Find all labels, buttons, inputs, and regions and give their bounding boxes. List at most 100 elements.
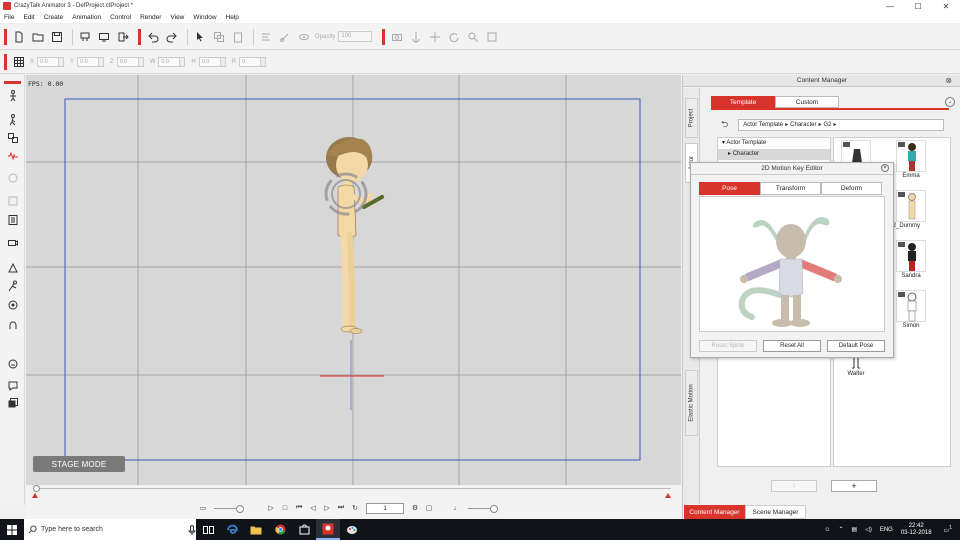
actor-pose-icon[interactable] bbox=[5, 88, 20, 103]
export-icon[interactable] bbox=[115, 29, 131, 45]
head-icon[interactable] bbox=[5, 317, 20, 332]
minimize-button[interactable]: — bbox=[876, 0, 904, 12]
duplicate-icon[interactable] bbox=[211, 29, 227, 45]
new-file-icon[interactable] bbox=[11, 29, 27, 45]
render-icon[interactable] bbox=[96, 29, 112, 45]
link-icon[interactable] bbox=[277, 29, 293, 45]
camera-icon[interactable] bbox=[389, 29, 405, 45]
visibility-icon[interactable] bbox=[296, 29, 312, 45]
volume-icon[interactable]: ◁) bbox=[865, 526, 872, 533]
face-icon[interactable] bbox=[5, 170, 20, 185]
tab-transform[interactable]: Transform bbox=[760, 182, 821, 195]
open-folder-icon[interactable] bbox=[30, 29, 46, 45]
next-frame-icon[interactable]: ▷ bbox=[320, 502, 334, 514]
edge-browser-icon[interactable] bbox=[220, 519, 244, 540]
undo-icon[interactable] bbox=[145, 29, 161, 45]
maximize-button[interactable]: ☐ bbox=[904, 0, 932, 12]
menu-view[interactable]: View bbox=[170, 14, 184, 21]
zoom-icon[interactable] bbox=[465, 29, 481, 45]
menu-help[interactable]: Help bbox=[226, 14, 239, 21]
field-w-spinner[interactable] bbox=[180, 57, 186, 67]
anchor-icon[interactable] bbox=[408, 29, 424, 45]
camera-tool-icon[interactable] bbox=[5, 235, 20, 250]
puppet-icon[interactable] bbox=[5, 378, 20, 393]
range-start-marker[interactable] bbox=[32, 493, 38, 498]
reset-sprite-button[interactable]: Reset Sprite bbox=[699, 340, 757, 352]
stop-icon[interactable]: □ bbox=[278, 502, 292, 514]
tab-deform[interactable]: Deform bbox=[821, 182, 882, 195]
notification-icon[interactable]: ▭1 bbox=[944, 525, 952, 534]
side-tab-project[interactable]: Project bbox=[685, 98, 698, 138]
tree-node-actor-template[interactable]: ▾ Actor Template bbox=[718, 138, 830, 149]
tab-template[interactable]: Template bbox=[711, 96, 775, 108]
tree-node-character[interactable]: ▸ Character bbox=[718, 149, 830, 160]
field-h-input[interactable]: 0.0 bbox=[198, 57, 221, 67]
network-icon[interactable]: ▤ bbox=[852, 526, 858, 533]
microphone-icon[interactable] bbox=[188, 524, 196, 535]
chevron-up-icon[interactable]: ⌃ bbox=[839, 526, 844, 533]
timeline-scrubber[interactable] bbox=[36, 488, 671, 489]
menu-control[interactable]: Control bbox=[110, 14, 131, 21]
people-icon[interactable]: ☺ bbox=[824, 527, 830, 533]
character-actor[interactable] bbox=[324, 137, 384, 334]
crumb-g2[interactable]: G2 bbox=[824, 120, 832, 130]
layers-stack-icon[interactable] bbox=[5, 395, 20, 410]
field-z-input[interactable]: 0.0 bbox=[116, 57, 139, 67]
last-frame-icon[interactable]: ⏭ bbox=[334, 502, 348, 514]
menu-create[interactable]: Create bbox=[44, 14, 64, 21]
field-r-input[interactable]: 0 bbox=[239, 57, 262, 67]
back-arrow-icon[interactable]: ⮌ bbox=[721, 117, 728, 133]
bone-icon[interactable] bbox=[5, 212, 20, 227]
prop-icon[interactable] bbox=[5, 260, 20, 275]
timeline-zoom-slider[interactable] bbox=[214, 504, 244, 513]
timeline-playhead[interactable] bbox=[33, 485, 40, 492]
prev-frame-icon[interactable]: ◁ bbox=[306, 502, 320, 514]
content-item-g2-dummy[interactable]: G2_Dummy bbox=[888, 190, 931, 234]
settings-gear-icon[interactable]: ⚙ bbox=[408, 502, 422, 514]
stage-mode-button[interactable]: STAGE MODE bbox=[33, 456, 125, 472]
range-end-marker[interactable] bbox=[665, 493, 671, 498]
field-x-spinner[interactable] bbox=[59, 57, 65, 67]
stage-canvas[interactable] bbox=[26, 75, 681, 485]
spring-icon[interactable] bbox=[5, 297, 20, 312]
field-h-spinner[interactable] bbox=[220, 57, 226, 67]
start-windows-icon[interactable] bbox=[0, 519, 24, 540]
volume-note-icon[interactable]: ♩ bbox=[450, 502, 464, 514]
redo-icon[interactable] bbox=[164, 29, 180, 45]
current-frame-input[interactable]: 1 bbox=[366, 502, 404, 514]
field-y-input[interactable]: 0.0 bbox=[77, 57, 100, 67]
menu-window[interactable]: Window bbox=[193, 14, 216, 21]
task-view-icon[interactable] bbox=[196, 519, 220, 540]
default-pose-button[interactable]: Default Pose bbox=[827, 340, 885, 352]
add-content-button[interactable]: + bbox=[831, 480, 877, 492]
menu-render[interactable]: Render bbox=[140, 14, 161, 21]
crumb-character[interactable]: Character bbox=[790, 120, 816, 130]
download-button[interactable]: ↓ bbox=[771, 480, 817, 492]
store-icon[interactable] bbox=[292, 519, 316, 540]
file-explorer-icon[interactable] bbox=[244, 519, 268, 540]
stage-viewport[interactable]: FPS: 0.00 STAGE MODE bbox=[26, 75, 681, 485]
paint-app-icon[interactable] bbox=[340, 519, 364, 540]
menu-file[interactable]: File bbox=[4, 14, 14, 21]
first-frame-icon[interactable]: ⏮ bbox=[292, 502, 306, 514]
collapse-chevron-icon[interactable]: ⌄ bbox=[945, 97, 955, 107]
system-clock[interactable]: 22:42 03-12-2018 bbox=[901, 523, 932, 537]
dialog-close-icon[interactable]: × bbox=[881, 164, 889, 172]
pose-preview-canvas[interactable] bbox=[699, 196, 885, 332]
crazytalk-taskbar-icon[interactable] bbox=[316, 519, 340, 540]
content-item-sandra[interactable]: Sandra bbox=[891, 240, 931, 284]
crumb-actor-template[interactable]: Actor Template bbox=[743, 120, 783, 130]
content-item-emma[interactable]: Emma bbox=[891, 140, 931, 184]
select-arrow-icon[interactable] bbox=[192, 29, 208, 45]
field-x-input[interactable]: 0.0 bbox=[37, 57, 60, 67]
play-icon[interactable]: ▷ bbox=[264, 502, 278, 514]
taskbar-search-box[interactable]: Type here to search bbox=[24, 519, 196, 540]
fit-view-icon[interactable] bbox=[484, 29, 500, 45]
paste-icon[interactable] bbox=[230, 29, 246, 45]
tab-custom[interactable]: Custom bbox=[775, 96, 839, 108]
fullscreen-icon[interactable]: ▢ bbox=[422, 502, 436, 514]
zoom-out-icon[interactable]: ▭ bbox=[196, 502, 210, 514]
field-w-input[interactable]: 0.0 bbox=[158, 57, 181, 67]
audio-wave-icon[interactable] bbox=[5, 148, 20, 163]
tab-content-manager[interactable]: Content Manager bbox=[684, 505, 745, 519]
